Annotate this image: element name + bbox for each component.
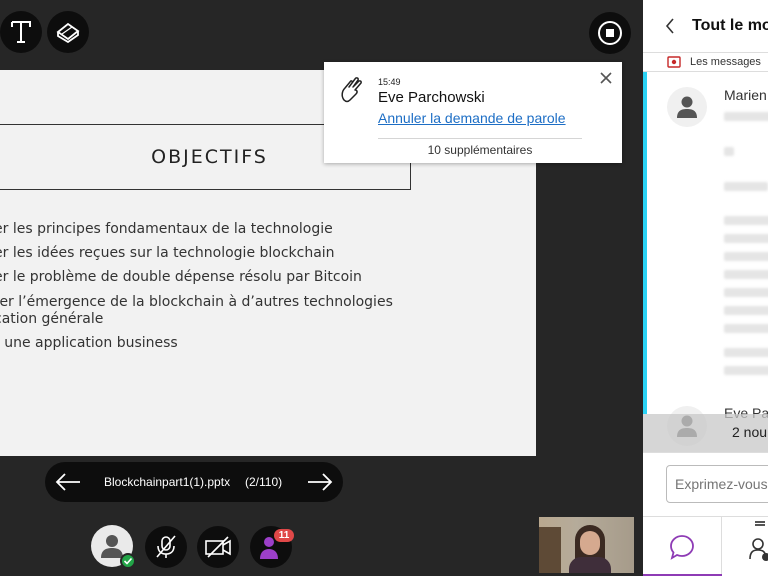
- chat-title: Tout le mo: [692, 17, 768, 34]
- new-messages-text: 2 nou: [732, 424, 768, 440]
- self-video-thumbnail: [539, 517, 634, 573]
- stop-share-button[interactable]: [589, 12, 631, 54]
- notification-name: Eve Parchowski: [378, 89, 485, 106]
- blurred-message-line: [724, 112, 768, 121]
- slide-bullet: er les principes fondamentaux de la tech…: [0, 221, 333, 237]
- chat-message-input[interactable]: [666, 465, 768, 503]
- eraser-tool-button[interactable]: [47, 11, 89, 53]
- recording-icon: [667, 56, 681, 68]
- blurred-message-line: [724, 182, 768, 191]
- composer-divider: [643, 452, 768, 453]
- microphone-button[interactable]: [145, 526, 187, 568]
- raised-hand-icon: [341, 77, 362, 103]
- chat-header: Tout le mo: [643, 0, 768, 52]
- new-messages-banner[interactable]: 2 nou: [643, 414, 768, 452]
- blurred-message-line: [724, 348, 768, 357]
- camera-button[interactable]: [197, 526, 239, 568]
- blurred-message-line: [724, 270, 768, 279]
- stop-icon: [598, 21, 622, 45]
- slide-bullet: rer l’émergence de la blockchain à d’aut…: [0, 294, 393, 310]
- blurred-message-line: [724, 216, 768, 225]
- camera-off-icon: [205, 536, 231, 558]
- user-icon: [677, 96, 697, 118]
- cancel-hand-raise-link[interactable]: Annuler la demande de parole: [378, 110, 566, 126]
- notification-time: 15:49: [378, 77, 401, 87]
- raise-hand-notification: 15:49 Eve Parchowski Annuler la demande …: [324, 62, 622, 163]
- presentation-filename: Blockchainpart1(1).pptx: [104, 475, 231, 489]
- message-avatar: [667, 87, 707, 127]
- text-tool-button[interactable]: [0, 11, 42, 53]
- microphone-muted-icon: [156, 535, 176, 558]
- slide-bullet: cation générale: [0, 311, 104, 327]
- slide-page-indicator: (2/110): [245, 475, 283, 489]
- blurred-message-line: [724, 366, 768, 375]
- slide-title: OBJECTIFS: [151, 146, 268, 168]
- blurred-message-line: [724, 234, 768, 243]
- participants-icon: [749, 538, 768, 561]
- blurred-message-line: [724, 147, 734, 156]
- raise-hand-button[interactable]: 11: [250, 526, 294, 568]
- blurred-message-line: [724, 324, 768, 333]
- chat-messages: Marien Eve Pa: [643, 72, 768, 452]
- more-notifications-link[interactable]: 10 supplémentaires: [378, 143, 582, 157]
- tab-chat[interactable]: [643, 517, 722, 576]
- back-chevron-icon[interactable]: [665, 17, 675, 35]
- notification-divider: [378, 138, 582, 139]
- video-person-body: [569, 557, 611, 573]
- tab-bar: [643, 516, 768, 576]
- tab-menu-icon: [755, 521, 765, 523]
- recording-notice: Les messages: [690, 56, 761, 68]
- main-stage: OBJECTIFS er les principes fondamentaux …: [0, 0, 641, 576]
- close-icon[interactable]: [600, 72, 612, 84]
- header-divider: [643, 52, 768, 53]
- tab-participants[interactable]: [722, 517, 768, 576]
- message-author: Marien: [724, 87, 767, 103]
- chat-panel: Tout le mo Les messages Marien Eve Pa 2 …: [643, 0, 768, 576]
- slide-bullet: er le problème de double dépense résolu …: [0, 269, 362, 285]
- next-slide-icon[interactable]: [306, 471, 334, 493]
- video-person-face: [580, 531, 600, 555]
- eraser-icon: [56, 22, 80, 43]
- chat-bubble-icon: [670, 535, 694, 560]
- blurred-message-line: [724, 306, 768, 315]
- previous-slide-icon[interactable]: [54, 471, 82, 493]
- blurred-message-line: [724, 288, 768, 297]
- status-check-icon: [120, 553, 136, 569]
- slide-bullet: er les idées reçues sur la technologie b…: [0, 245, 335, 261]
- user-avatar-icon: [101, 535, 123, 558]
- text-tool-icon: [11, 21, 31, 43]
- raised-hands-count-badge: 11: [274, 529, 294, 542]
- video-shelf: [539, 527, 561, 573]
- slide-bullet: r une application business: [0, 335, 178, 351]
- chat-accent-bar: [643, 72, 647, 414]
- slide-navigation-bar: Blockchainpart1(1).pptx (2/110): [45, 462, 343, 502]
- my-status-avatar-button[interactable]: [91, 525, 136, 569]
- blurred-message-line: [724, 252, 768, 261]
